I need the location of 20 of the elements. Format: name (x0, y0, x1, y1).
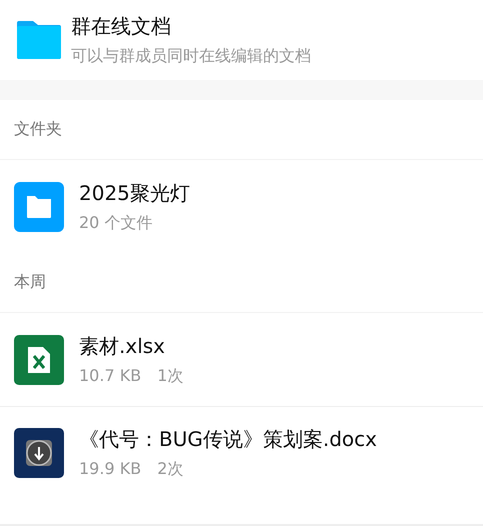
file-name: 2025聚光灯 (79, 180, 190, 206)
section-heading: 本周 (14, 272, 46, 293)
header-subtitle: 可以与群成员同时在线编辑的文档 (71, 46, 311, 67)
folder-icon (17, 21, 61, 59)
file-meta: 20 个文件 (79, 212, 152, 234)
file-meta: 19.9 KB (79, 459, 142, 480)
file-item[interactable]: 《代号：BUG传说》策划案.docx 19.9 KB 2次 (0, 406, 483, 499)
file-meta: 1次 (157, 366, 184, 386)
section-heading: 文件夹 (14, 119, 62, 140)
file-name: 《代号：BUG传说》策划案.docx (79, 426, 377, 453)
file-name: 素材.xlsx (79, 332, 166, 360)
file-item[interactable]: 素材.xlsx 10.7 KB 1次 (0, 313, 483, 406)
file-item[interactable]: 2025聚光灯 20 个文件 (0, 160, 483, 253)
folder-icon (14, 182, 64, 232)
file-meta: 10.7 KB (79, 366, 142, 386)
header-title: 群在线文档 (71, 13, 172, 40)
spreadsheet-icon (14, 334, 64, 384)
document-icon (14, 428, 64, 478)
group-docs-entry[interactable]: 群在线文档 可以与群成员同时在线编辑的文档 (0, 0, 483, 80)
file-meta: 2次 (157, 459, 184, 480)
